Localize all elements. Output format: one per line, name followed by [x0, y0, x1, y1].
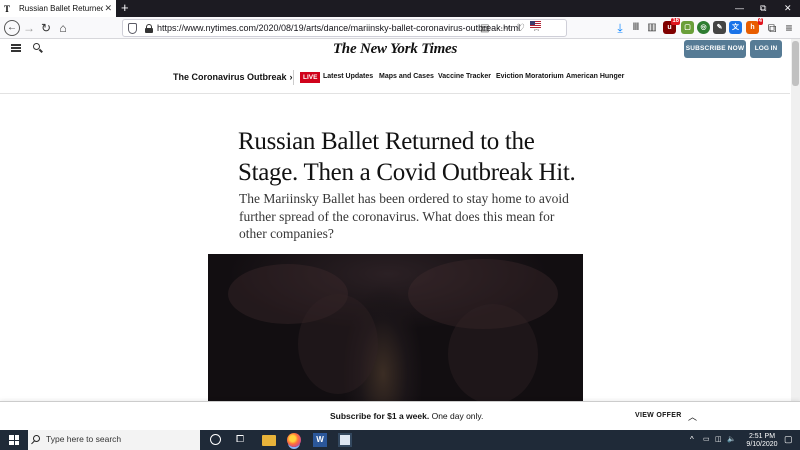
word-icon[interactable]: W — [313, 433, 327, 447]
app-menu-icon[interactable]: ≡ — [781, 20, 797, 36]
clock-time: 2:51 PM — [748, 433, 776, 440]
pocket-icon[interactable]: ♡ — [516, 22, 525, 35]
browser-toolbar: ← → ↻ ⌂ https://www.nytimes.com/2020/08/… — [0, 17, 800, 39]
article-summary: The Mariinsky Ballet has been ordered to… — [239, 191, 569, 241]
forward-button[interactable]: → — [21, 20, 37, 36]
promo-offer-rest: One day only. — [429, 411, 484, 421]
tray-overflow-caret-icon[interactable]: ^ — [690, 436, 694, 444]
volume-icon[interactable]: 🔈 — [727, 436, 736, 444]
close-window-button[interactable]: ✕ — [784, 2, 792, 14]
extension-pen-icon[interactable]: ✎ — [713, 21, 726, 34]
taskbar-search-box[interactable]: Type here to search — [28, 430, 200, 450]
translate-extension-icon[interactable]: 文 — [729, 21, 742, 34]
lock-icon[interactable] — [145, 24, 153, 33]
image-tree-shape — [448, 304, 538, 401]
sidebar-icon[interactable]: ▥ — [644, 20, 660, 36]
expand-promo-caret-icon[interactable]: ︿ — [688, 410, 697, 423]
subscription-promo-bar: Subscribe for $1 a week. One day only. V… — [0, 401, 800, 430]
reader-view-icon[interactable]: ▤ — [480, 22, 489, 35]
promo-message: Subscribe for $1 a week. One day only. — [330, 411, 483, 421]
article-lead-image[interactable] — [208, 254, 583, 401]
extension-circle-icon[interactable]: ◎ — [697, 21, 710, 34]
promo-offer-bold: Subscribe for $1 a week. — [330, 411, 430, 421]
coronavirus-subnav: The Coronavirus Outbreak › LIVE Latest Up… — [0, 62, 790, 94]
browser-tab-bar: T Russian Ballet Returned to the ✕ + — ⧉… — [0, 0, 800, 17]
nyt-masthead-logo[interactable]: The New York Times — [300, 41, 490, 58]
page-actions-icon[interactable]: ⋯ — [500, 22, 510, 35]
nav-link-vaccine-tracker[interactable]: Vaccine Tracker — [438, 73, 491, 80]
search-icon[interactable] — [33, 43, 40, 50]
tracking-protection-shield-icon[interactable] — [128, 23, 137, 34]
ublock-extension-icon[interactable]: u 16 — [663, 18, 680, 34]
close-tab-icon[interactable]: ✕ — [104, 3, 112, 13]
downloads-icon[interactable]: ⤓ — [612, 20, 628, 36]
library-icon[interactable]: Ⅲ — [628, 20, 644, 36]
image-tree-shape — [298, 294, 378, 394]
search-icon — [33, 435, 40, 442]
windows-start-icon[interactable] — [9, 435, 19, 445]
section-title[interactable]: The Coronavirus Outbreak — [173, 72, 287, 82]
notifications-icon[interactable]: ▢ — [784, 435, 793, 444]
browser-tab[interactable]: T Russian Ballet Returned to the ✕ — [0, 0, 116, 17]
divider — [293, 70, 294, 85]
page-scrollbar[interactable] — [791, 39, 800, 401]
address-bar[interactable]: https://www.nytimes.com/2020/08/19/arts/… — [122, 19, 567, 37]
clock[interactable]: 2:51 PM 9/10/2020 — [745, 433, 779, 449]
nyt-favicon-icon: T — [4, 3, 11, 14]
reload-button[interactable]: ↻ — [38, 20, 54, 36]
taskbar-search-placeholder: Type here to search — [46, 434, 122, 444]
back-button[interactable]: ← — [4, 20, 20, 36]
live-badge: LIVE — [300, 72, 321, 83]
article-headline: Russian Ballet Returned to the Stage. Th… — [238, 128, 576, 186]
firefox-icon[interactable] — [287, 433, 301, 447]
tab-title: Russian Ballet Returned to the — [19, 4, 103, 13]
windows-taskbar: Type here to search ⧠ W ^ ▭ ◫ 🔈 2:51 PM 9… — [0, 430, 800, 450]
maximize-button[interactable]: ⧉ — [760, 2, 766, 14]
nav-link-eviction-moratorium[interactable]: Eviction Moratorium — [496, 73, 564, 80]
log-in-button[interactable]: LOG IN — [750, 40, 782, 58]
extension-green-icon[interactable]: ▢ — [681, 21, 694, 34]
extension-puzzle-icon[interactable]: ⧉ — [764, 20, 780, 36]
scrollbar-thumb[interactable] — [792, 41, 799, 86]
home-button[interactable]: ⌂ — [55, 20, 71, 36]
remote-desktop-icon[interactable] — [338, 433, 352, 447]
task-view-icon[interactable]: ⧠ — [236, 433, 250, 447]
nav-link-american-hunger[interactable]: American Hunger — [566, 73, 624, 80]
hamburger-menu-icon[interactable] — [11, 44, 21, 52]
honey-extension-icon[interactable]: h4 — [746, 18, 763, 34]
coronavirus-outbreak-link[interactable]: The Coronavirus Outbreak › — [173, 72, 293, 82]
file-explorer-icon[interactable] — [262, 435, 276, 446]
clock-date: 9/10/2020 — [746, 441, 778, 448]
subscribe-now-button[interactable]: SUBSCRIBE NOW — [684, 40, 746, 58]
site-header: The New York Times SUBSCRIBE NOW LOG IN — [0, 39, 790, 61]
network-icon[interactable]: ◫ — [715, 436, 722, 444]
us-flag-extension-icon[interactable] — [530, 21, 541, 29]
nav-link-latest-updates[interactable]: Latest Updates — [323, 73, 373, 80]
nav-link-maps-and-cases[interactable]: Maps and Cases — [379, 73, 434, 80]
minimize-button[interactable]: — — [735, 2, 744, 14]
battery-icon[interactable]: ▭ — [703, 436, 710, 444]
new-tab-button[interactable]: + — [121, 1, 129, 15]
view-offer-button[interactable]: VIEW OFFER — [635, 412, 682, 419]
cortana-icon[interactable] — [210, 434, 221, 445]
url-text[interactable]: https://www.nytimes.com/2020/08/19/arts/… — [157, 23, 520, 33]
